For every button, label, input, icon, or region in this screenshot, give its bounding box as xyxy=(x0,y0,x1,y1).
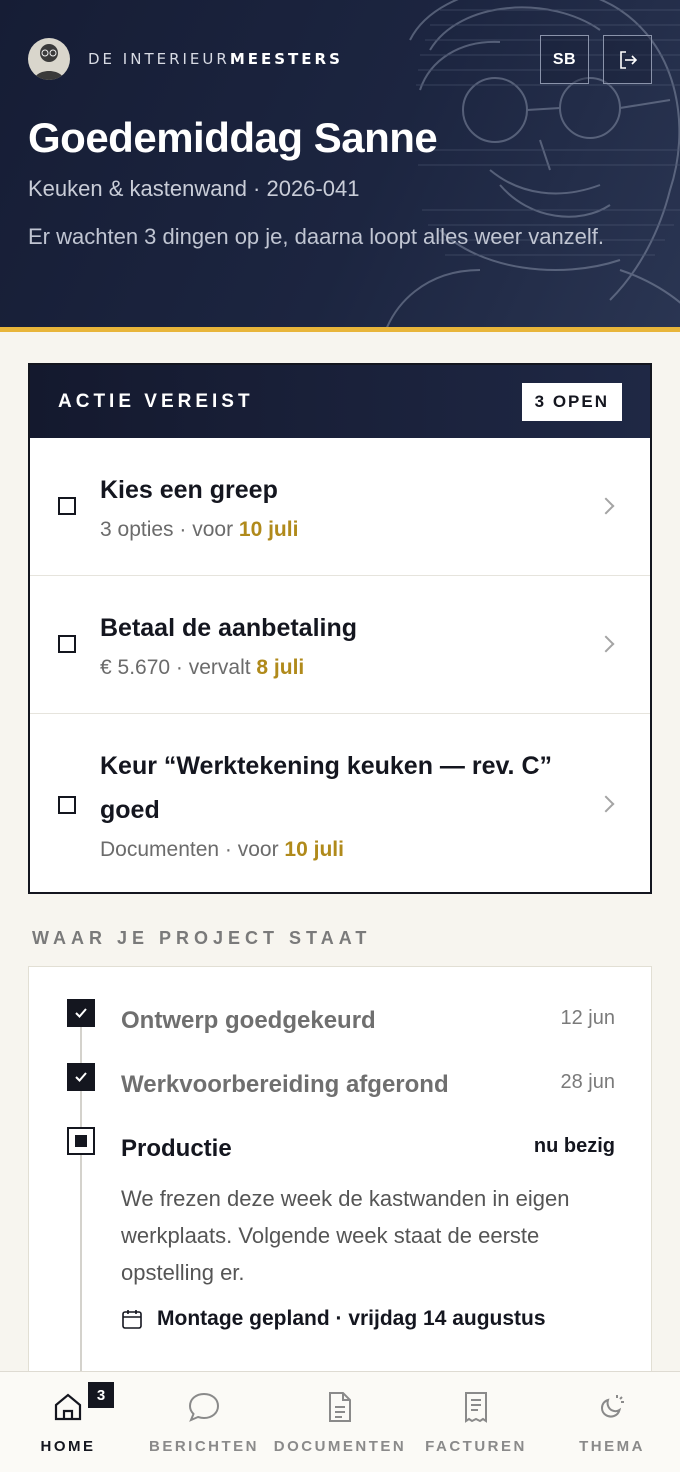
nav-invoices[interactable]: FACTUREN xyxy=(408,1372,544,1472)
task-checkbox[interactable] xyxy=(58,497,76,515)
task-meta-text: 3 opties · voor xyxy=(100,518,239,541)
nav-messages[interactable]: BERICHTEN xyxy=(136,1372,272,1472)
task-checkbox[interactable] xyxy=(58,635,76,653)
logout-button[interactable] xyxy=(603,35,652,84)
home-icon xyxy=(54,1393,82,1421)
step-date: 12 jun xyxy=(560,1007,616,1029)
logout-icon xyxy=(619,50,637,69)
greeting-title: Goedemiddag Sanne xyxy=(28,114,438,161)
hero-header: DE INTERIEURMEESTERS SB Goedemiddag Sann… xyxy=(0,0,680,332)
task-item-approve-drawing[interactable]: Keur “Werktekening keuken — rev. C” goed… xyxy=(30,714,650,894)
current-step-icon xyxy=(67,1127,95,1155)
brand-name: DE INTERIEURMEESTERS xyxy=(88,50,343,68)
check-icon xyxy=(67,999,95,1027)
brand: DE INTERIEURMEESTERS xyxy=(28,38,343,80)
theme-icon xyxy=(600,1395,624,1418)
nav-label: HOME xyxy=(40,1438,96,1455)
chat-icon xyxy=(188,1392,220,1422)
nav-home[interactable]: 3 HOME xyxy=(0,1372,136,1472)
brand-logo xyxy=(28,38,70,80)
check-icon xyxy=(67,1063,95,1091)
step-title: Ontwerp goedgekeurd xyxy=(121,1007,376,1034)
action-card-header: ACTIE VEREIST 3 OPEN xyxy=(30,365,650,438)
task-meta: € 5.670 · vervalt 8 juli xyxy=(100,656,590,680)
step-title: Productie xyxy=(121,1135,232,1162)
brand-suffix: MEESTERS xyxy=(229,50,343,68)
nav-theme[interactable]: THEMA xyxy=(544,1372,680,1472)
montage-text: Montage gepland · vrijdag 14 augustus xyxy=(157,1307,546,1330)
profile-initials: SB xyxy=(552,50,577,68)
chevron-right-icon xyxy=(597,497,615,515)
project-timeline-card: Ontwerp goedgekeurd 12 jun Werkvoorberei… xyxy=(28,966,652,1387)
nav-label: BERICHTEN xyxy=(148,1438,259,1455)
bottom-navigation: 3 HOME BERICHTEN DOCUMENTEN FACTUREN THE… xyxy=(0,1371,680,1472)
task-title: Kies een greep xyxy=(100,476,278,504)
step-date: 28 jun xyxy=(560,1071,616,1093)
nav-label: THEMA xyxy=(579,1438,645,1455)
nav-label: FACTUREN xyxy=(425,1438,527,1455)
task-checkbox[interactable] xyxy=(58,796,76,814)
task-title: Keur “Werktekening keuken — rev. C” goed xyxy=(100,752,553,824)
current-step-description: We frezen deze week de kastwanden in eig… xyxy=(121,1186,570,1285)
step-title: Werkvoorbereiding afgerond xyxy=(121,1071,449,1098)
nav-documents[interactable]: DOCUMENTEN xyxy=(272,1372,408,1472)
chevron-right-icon xyxy=(597,635,615,653)
task-meta-text: Documenten · voor xyxy=(100,838,285,861)
document-icon xyxy=(329,1392,351,1422)
receipt-icon xyxy=(465,1392,487,1423)
step-status: nu bezig xyxy=(533,1135,615,1157)
brand-prefix: DE INTERIEUR xyxy=(88,50,230,68)
chevron-right-icon xyxy=(597,795,615,813)
montage-planned: Montage gepland · vrijdag 14 augustus xyxy=(121,1307,546,1331)
calendar-icon xyxy=(122,1310,142,1329)
action-required-card: ACTIE VEREIST 3 OPEN Kies een greep 3 op… xyxy=(28,363,652,894)
task-due-date: 10 juli xyxy=(284,838,344,861)
project-subtitle: Keuken & kastenwand · 2026-041 xyxy=(28,176,360,201)
task-meta: Documenten · voor 10 juli xyxy=(100,838,590,862)
task-item-choose-handle[interactable]: Kies een greep 3 opties · voor 10 juli xyxy=(30,438,650,576)
task-meta: 3 opties · voor 10 juli xyxy=(100,518,590,542)
summary-text: Er wachten 3 dingen op je, daarna loopt … xyxy=(28,224,605,249)
task-title: Betaal de aanbetaling xyxy=(100,614,358,642)
task-due-date: 8 juli xyxy=(256,656,305,679)
action-card-title: ACTIE VEREIST xyxy=(58,390,254,412)
open-count-badge: 3 OPEN xyxy=(521,382,622,421)
task-due-date: 10 juli xyxy=(238,518,299,541)
task-meta-text: € 5.670 · vervalt xyxy=(100,656,257,679)
task-item-pay-deposit[interactable]: Betaal de aanbetaling € 5.670 · vervalt … xyxy=(30,576,650,714)
nav-label: DOCUMENTEN xyxy=(273,1438,407,1455)
profile-button[interactable]: SB xyxy=(540,35,589,84)
progress-section-label: WAAR JE PROJECT STAAT xyxy=(32,928,372,948)
home-notification-badge: 3 xyxy=(88,1382,114,1408)
